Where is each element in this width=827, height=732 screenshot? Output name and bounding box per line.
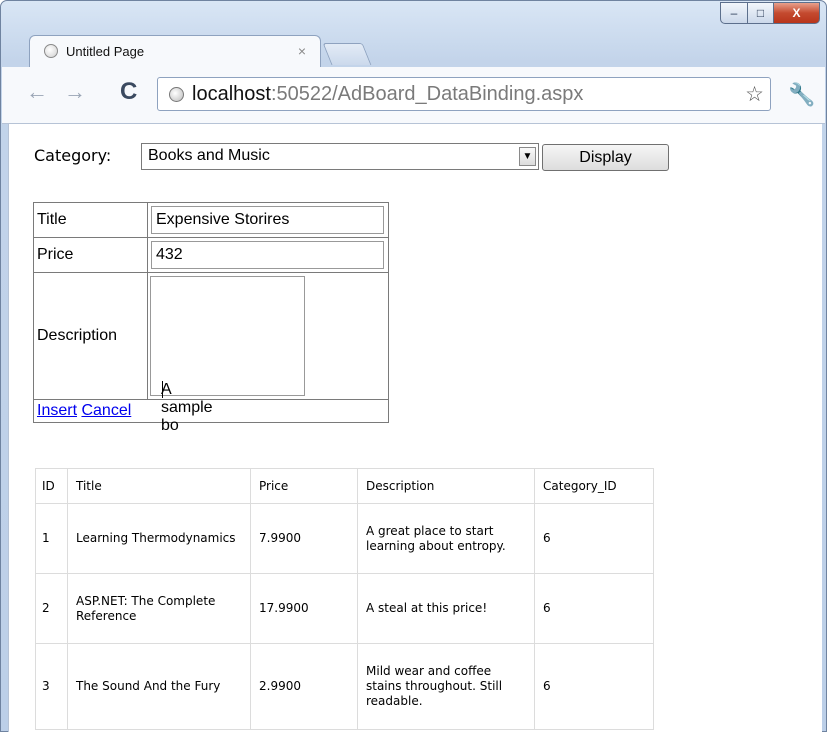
cancel-link[interactable]: Cancel	[81, 402, 131, 419]
dropdown-arrow-icon[interactable]: ▼	[519, 147, 536, 166]
grid-cell-id: 2	[35, 573, 68, 644]
window-controls: – □ X	[720, 2, 820, 24]
price-label: Price	[33, 237, 148, 273]
grid-header-title: Title	[67, 468, 251, 504]
bookmark-star-icon[interactable]: ☆	[745, 82, 764, 107]
browser-toolbar: ← → C localhost:50522/AdBoard_DataBindin…	[2, 67, 825, 124]
minimize-button[interactable]: –	[720, 2, 748, 24]
insert-details-form: Title Price Description A sample bo Inse…	[33, 202, 389, 434]
grid-cell-price: 17.9900	[250, 573, 358, 644]
table-row: 1 Learning Thermodynamics 7.9900 A great…	[35, 503, 654, 574]
grid-header-row: ID Title Price Description Category_ID	[35, 468, 654, 504]
grid-header-price: Price	[250, 468, 358, 504]
tab-close-icon[interactable]: ×	[298, 43, 306, 59]
grid-cell-title: ASP.NET: The Complete Reference	[67, 573, 251, 644]
text-cursor	[162, 381, 163, 398]
table-row: 2 ASP.NET: The Complete Reference 17.990…	[35, 573, 654, 644]
maximize-button[interactable]: □	[748, 2, 774, 24]
forward-arrow-icon[interactable]: →	[64, 81, 86, 103]
grid-cell-id: 1	[35, 503, 68, 574]
browser-tab[interactable]: Untitled Page ×	[29, 35, 321, 67]
grid-cell-description: A steal at this price!	[357, 573, 535, 644]
grid-cell-description: A great place to start learning about en…	[357, 503, 535, 574]
url-text[interactable]: localhost:50522/AdBoard_DataBinding.aspx	[192, 83, 583, 106]
new-tab-button[interactable]	[322, 43, 372, 65]
description-label: Description	[33, 272, 148, 400]
category-label: Category:	[34, 146, 112, 165]
wrench-menu-icon[interactable]: 🔧	[788, 82, 815, 108]
description-text: A sample bo	[161, 381, 213, 434]
ads-grid: ID Title Price Description Category_ID 1…	[35, 468, 654, 730]
page-favicon-icon	[44, 44, 58, 58]
grid-header-id: ID	[35, 468, 68, 504]
grid-cell-price: 2.9900	[250, 643, 358, 730]
grid-cell-title: Learning Thermodynamics	[67, 503, 251, 574]
page-content: Category: Books and Music ▼ Display Titl…	[8, 124, 822, 732]
grid-cell-title: The Sound And the Fury	[67, 643, 251, 730]
grid-cell-id: 3	[35, 643, 68, 730]
tab-title: Untitled Page	[66, 44, 145, 59]
category-selected-value: Books and Music	[148, 147, 270, 164]
grid-cell-description: Mild wear and coffee stains throughout. …	[357, 643, 535, 730]
browser-window: – □ X Untitled Page × ← → C localhost:50…	[0, 0, 827, 732]
grid-header-category-id: Category_ID	[534, 468, 654, 504]
table-row: 3 The Sound And the Fury 2.9900 Mild wea…	[35, 643, 654, 730]
globe-icon	[169, 87, 184, 102]
address-bar[interactable]: localhost:50522/AdBoard_DataBinding.aspx…	[157, 77, 771, 111]
category-dropdown[interactable]: Books and Music ▼	[141, 143, 539, 170]
title-label: Title	[33, 202, 148, 238]
insert-link[interactable]: Insert	[37, 402, 77, 419]
title-input[interactable]	[151, 206, 384, 234]
grid-cell-category-id: 6	[534, 643, 654, 730]
grid-cell-category-id: 6	[534, 503, 654, 574]
back-arrow-icon[interactable]: ←	[26, 81, 48, 103]
grid-header-description: Description	[357, 468, 535, 504]
price-input[interactable]	[151, 241, 384, 269]
grid-cell-price: 7.9900	[250, 503, 358, 574]
grid-cell-category-id: 6	[534, 573, 654, 644]
reload-icon[interactable]: C	[120, 78, 137, 106]
display-button[interactable]: Display	[542, 144, 669, 171]
description-textarea[interactable]: A sample bo	[150, 276, 305, 434]
close-window-button[interactable]: X	[774, 2, 820, 24]
